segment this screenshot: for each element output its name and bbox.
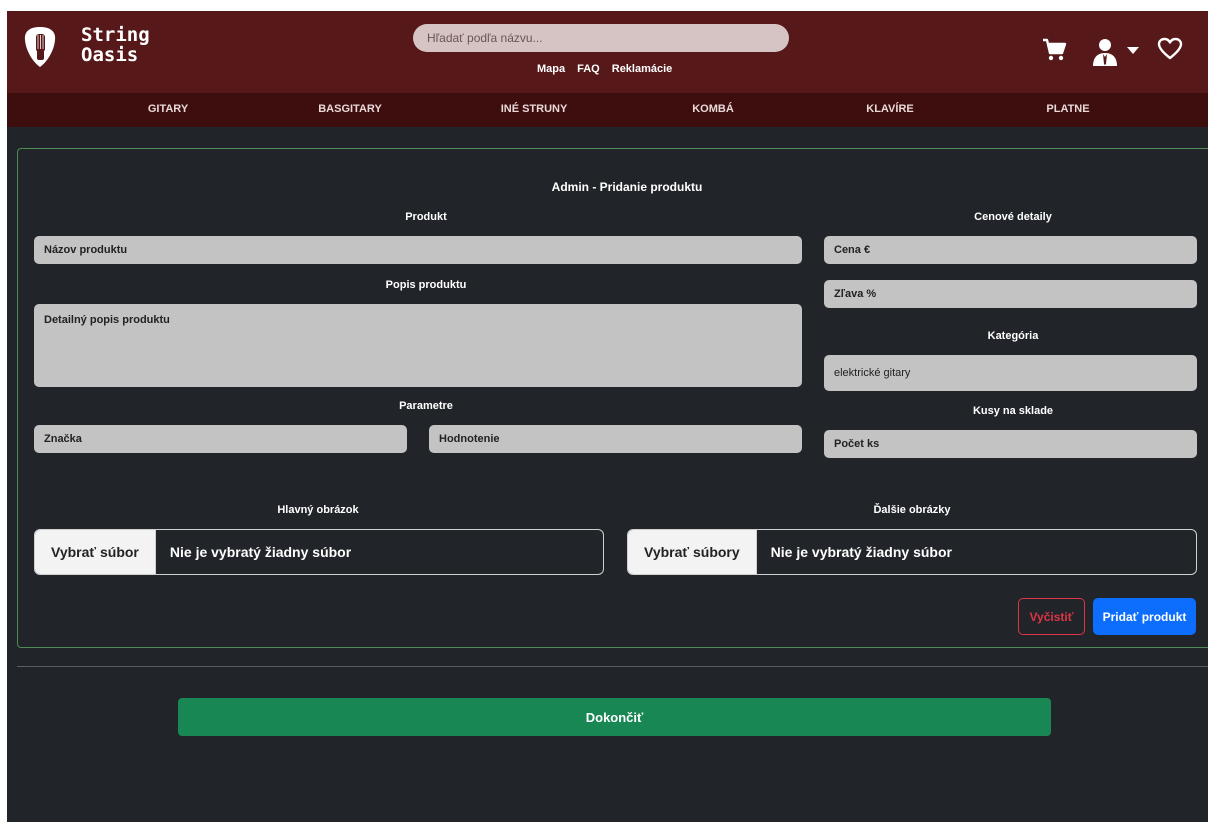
search-input[interactable]: [413, 24, 789, 52]
link-faq[interactable]: FAQ: [577, 63, 600, 75]
product-name-input[interactable]: [34, 236, 802, 264]
more-images-file-input[interactable]: Vybrať súbory Nie je vybratý žiadny súbo…: [627, 529, 1197, 575]
brand-line-1: String: [81, 24, 150, 46]
main-image-file-input[interactable]: Vybrať súbor Nie je vybratý žiadny súbor: [34, 529, 604, 575]
clear-button[interactable]: Vyčistiť: [1018, 598, 1085, 635]
brand-name[interactable]: String Oasis: [81, 25, 150, 65]
category-label: Kategória: [987, 330, 1039, 342]
top-links: Mapa FAQ Reklamácie: [537, 63, 672, 75]
app-frame: String Oasis Mapa FAQ Reklamácie G: [7, 11, 1208, 822]
nav-item-klavire[interactable]: KLAVÍRE: [866, 103, 913, 115]
guitar-pick-logo-icon[interactable]: [23, 25, 57, 69]
main-image-label: Hlavný obrázok: [277, 504, 359, 516]
rating-input[interactable]: [429, 425, 802, 453]
main-image-choose-button[interactable]: Vybrať súbor: [35, 530, 156, 574]
user-icon[interactable]: [1090, 37, 1120, 67]
discount-input[interactable]: [824, 280, 1197, 308]
nav-item-ine-struny[interactable]: INÉ STRUNY: [501, 103, 568, 115]
nav-item-komba[interactable]: KOMBÁ: [692, 103, 734, 115]
finish-button[interactable]: Dokončiť: [178, 698, 1051, 736]
nav-item-basgitary[interactable]: BASGITARY: [318, 103, 382, 115]
product-description-textarea[interactable]: [34, 304, 802, 387]
brand-input[interactable]: [34, 425, 407, 453]
link-map[interactable]: Mapa: [537, 63, 565, 75]
section-divider: [17, 666, 1208, 667]
stock-label: Kusy na sklade: [972, 405, 1054, 417]
category-nav: GITARY BASGITARY INÉ STRUNY KOMBÁ KLAVÍR…: [7, 93, 1208, 127]
more-images-choose-button[interactable]: Vybrať súbory: [628, 530, 757, 574]
chevron-down-icon[interactable]: [1127, 47, 1139, 55]
nav-item-gitary[interactable]: GITARY: [148, 103, 188, 115]
more-images-status: Nie je vybratý žiadny súbor: [770, 544, 952, 560]
stock-input[interactable]: [824, 430, 1197, 458]
add-product-button[interactable]: Pridať produkt: [1093, 598, 1196, 635]
price-input[interactable]: [824, 236, 1197, 264]
brand-line-2: Oasis: [81, 44, 139, 66]
top-header: String Oasis Mapa FAQ Reklamácie: [7, 11, 1208, 93]
parameters-label: Parametre: [399, 400, 453, 412]
product-section-label: Produkt: [405, 211, 447, 223]
link-complaints[interactable]: Reklamácie: [612, 63, 673, 75]
add-product-card: Admin - Pridanie produktu Produkt Popis …: [17, 148, 1208, 648]
nav-item-platne[interactable]: PLATNE: [1046, 103, 1089, 115]
heart-icon[interactable]: [1157, 37, 1183, 61]
more-images-label: Ďalšie obrázky: [873, 504, 951, 516]
description-label: Popis produktu: [385, 279, 467, 291]
category-select[interactable]: elektrické gitary: [824, 355, 1197, 391]
category-selected-value: elektrické gitary: [834, 367, 911, 379]
cart-icon[interactable]: [1041, 37, 1067, 63]
main-image-status: Nie je vybratý žiadny súbor: [169, 544, 352, 560]
price-section-label: Cenové detaily: [974, 211, 1052, 223]
form-title: Admin - Pridanie produktu: [551, 180, 703, 194]
